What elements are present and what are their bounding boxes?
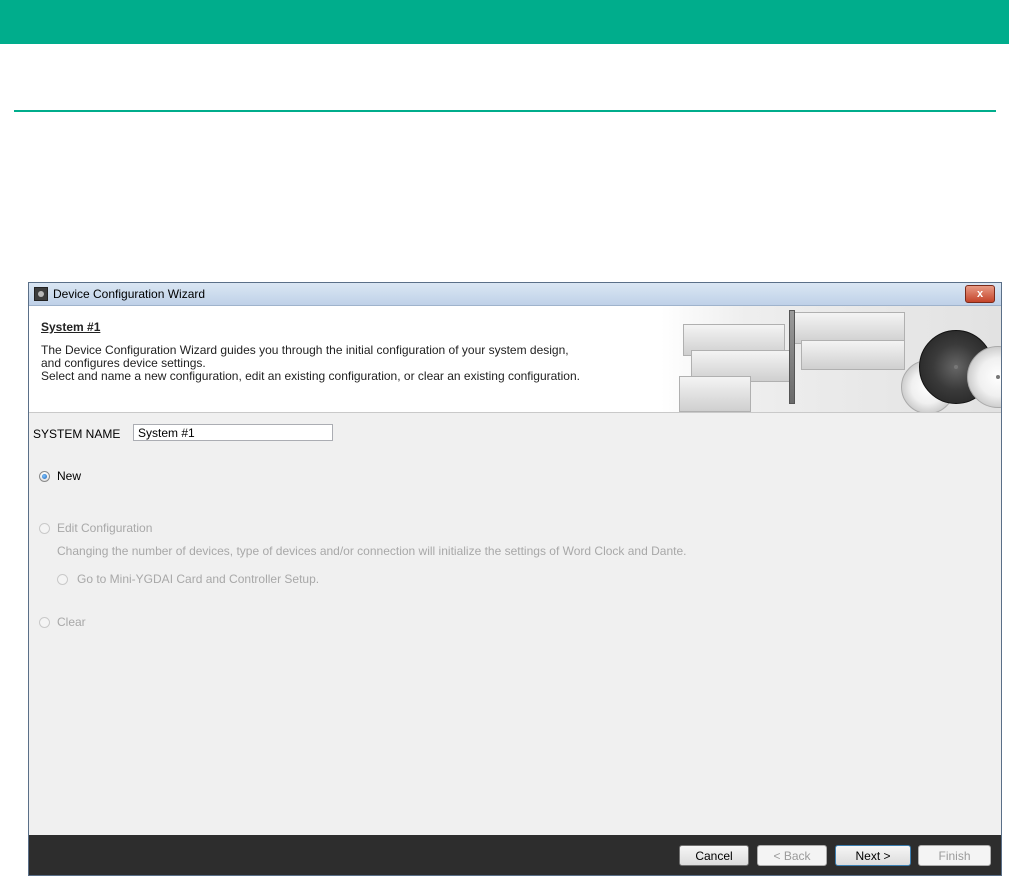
title-bar[interactable]: Device Configuration Wizard x xyxy=(29,283,1001,306)
mini-ygdai-setup-label[interactable]: Go to Mini-YGDAI Card and Controller Set… xyxy=(77,572,319,586)
finish-button[interactable]: Finish xyxy=(918,845,991,866)
description-line-3: Select and name a new configuration, edi… xyxy=(41,369,580,383)
system-name-label: SYSTEM NAME xyxy=(33,427,121,441)
edit-configuration-label[interactable]: Edit Configuration xyxy=(57,521,152,535)
close-icon: x xyxy=(976,288,984,300)
top-divider-line xyxy=(14,110,996,112)
wizard-window: Device Configuration Wizard x System #1 … xyxy=(28,282,1002,876)
system-name-input[interactable] xyxy=(133,424,333,441)
clear-radio[interactable] xyxy=(39,617,50,628)
next-button[interactable]: Next > xyxy=(835,845,911,866)
new-radio[interactable] xyxy=(39,471,50,482)
cancel-button[interactable]: Cancel xyxy=(679,845,749,866)
top-accent-band xyxy=(0,0,1009,44)
clear-option-label[interactable]: Clear xyxy=(57,615,86,629)
close-button[interactable]: x xyxy=(965,285,995,303)
window-title: Device Configuration Wizard xyxy=(53,287,206,301)
wizard-header: System #1 The Device Configuration Wizar… xyxy=(29,306,1001,413)
product-banner-image xyxy=(661,306,1001,412)
wizard-description: The Device Configuration Wizard guides y… xyxy=(41,344,681,383)
new-option-label[interactable]: New xyxy=(57,469,81,483)
mini-ygdai-setup-radio[interactable] xyxy=(57,574,68,585)
system-heading: System #1 xyxy=(41,320,101,334)
edit-configuration-radio[interactable] xyxy=(39,523,50,534)
edit-configuration-note: Changing the number of devices, type of … xyxy=(57,544,687,558)
wizard-footer: Cancel < Back Next > Finish xyxy=(29,835,1001,875)
back-button[interactable]: < Back xyxy=(757,845,827,866)
mixer-icon xyxy=(34,287,48,301)
